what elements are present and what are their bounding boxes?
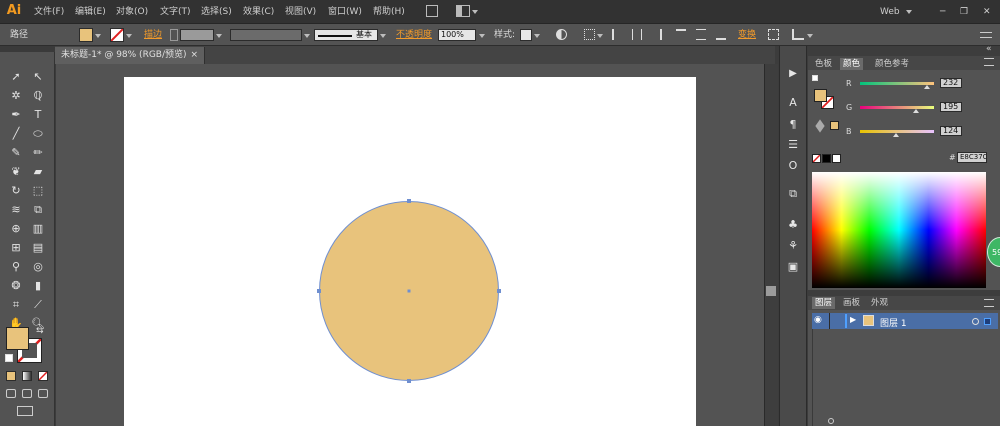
white-color-button[interactable] — [832, 154, 841, 163]
vertical-scrollbar[interactable] — [764, 64, 778, 426]
blue-slider-thumb[interactable] — [893, 133, 900, 137]
blue-channel-label: B — [846, 127, 852, 136]
green-slider-thumb[interactable] — [913, 109, 920, 113]
mini-default-colors-icon[interactable] — [812, 75, 818, 81]
panel-dock-header: « — [808, 44, 1000, 56]
red-channel-label: R — [846, 79, 852, 88]
anchor-point-top[interactable] — [407, 199, 411, 203]
color-panel-fill-swatch-front[interactable] — [814, 89, 827, 102]
green-value-field[interactable]: 195 — [940, 102, 962, 112]
color-spectrum[interactable] — [812, 172, 986, 288]
layers-panel-tab-bar — [808, 296, 1000, 310]
align-panel-icon[interactable]: ☰ — [784, 137, 802, 153]
transform-panel-icon[interactable]: ⧉ — [784, 186, 802, 202]
green-slider-track[interactable] — [860, 106, 934, 109]
layers-panel-menu-icon[interactable] — [984, 299, 994, 307]
layer-divider — [829, 313, 830, 329]
target-circle-icon[interactable] — [972, 318, 979, 325]
hex-label: # — [949, 153, 956, 162]
paragraph-panel-icon[interactable]: ¶ — [784, 117, 802, 133]
opentype-panel-icon[interactable]: O — [784, 158, 802, 174]
layer-name[interactable]: 图层 1 — [880, 316, 907, 329]
visibility-eye-icon[interactable]: ◉ — [814, 316, 825, 325]
symbols-panel-icon[interactable]: ♣ — [784, 217, 802, 233]
center-point — [407, 289, 411, 293]
green-channel-label: G — [846, 103, 853, 112]
none-color-button[interactable] — [812, 154, 821, 163]
hex-value-field[interactable]: E8C37C — [957, 152, 987, 163]
red-slider-thumb[interactable] — [924, 85, 931, 89]
character-panel-icon[interactable]: A — [784, 95, 802, 111]
selection-indicator[interactable] — [984, 318, 991, 325]
graphic-styles-panel-icon[interactable]: ▣ — [784, 259, 802, 275]
play-actions-icon[interactable]: ▶ — [784, 66, 802, 82]
anchor-point-bottom[interactable] — [407, 379, 411, 383]
brushes-panel-icon[interactable]: ⚘ — [784, 238, 802, 254]
black-color-button[interactable] — [822, 154, 831, 163]
collapse-dock-icon[interactable]: « — [986, 44, 992, 54]
tab-artboards[interactable]: 画板 — [840, 297, 863, 309]
expand-layer-icon[interactable]: ▶ — [850, 315, 856, 324]
layers-footer-icon[interactable] — [828, 418, 834, 424]
tab-appearance[interactable]: 外观 — [868, 297, 891, 309]
layer-thumbnail — [863, 315, 874, 326]
blue-value-field[interactable]: 124 — [940, 126, 962, 136]
layer-color-bar — [845, 314, 847, 328]
color-panel-menu-icon[interactable] — [984, 58, 994, 66]
tab-color[interactable]: 颜色 — [840, 58, 864, 70]
anchor-point-right[interactable] — [497, 289, 501, 293]
red-slider-track[interactable] — [860, 82, 934, 85]
anchor-point-left[interactable] — [317, 289, 321, 293]
in-gamut-swatch[interactable] — [830, 121, 839, 130]
red-value-field[interactable]: 232 — [940, 78, 962, 88]
layers-list-divider — [812, 329, 813, 426]
tab-layers[interactable]: 图层 — [812, 297, 836, 309]
vertical-scroll-thumb[interactable] — [766, 286, 776, 296]
tab-color-guide[interactable]: 颜色参考 — [872, 58, 912, 70]
tab-swatches[interactable]: 色板 — [812, 58, 835, 70]
